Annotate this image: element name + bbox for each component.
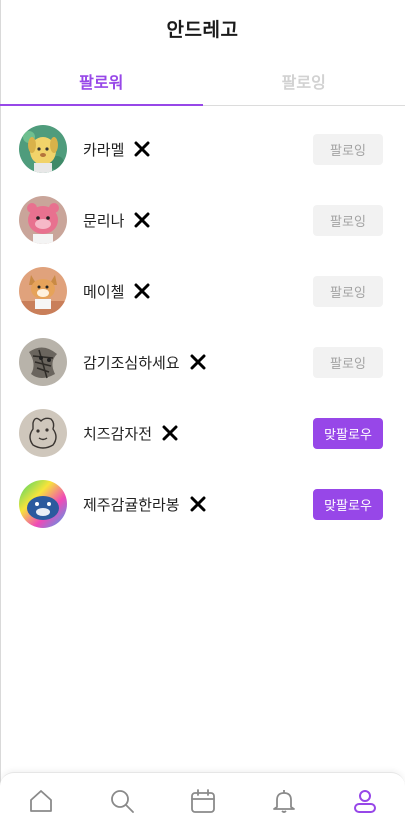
follower-row[interactable]: 카라멜 팔로잉 — [19, 124, 383, 174]
nav-profile[interactable] — [345, 781, 385, 821]
follower-name: 감기조심하세요 — [83, 353, 180, 372]
close-icon[interactable] — [134, 283, 150, 299]
nav-notifications[interactable] — [264, 781, 304, 821]
follow-back-button[interactable]: 맞팔로우 — [313, 417, 383, 449]
tab-following[interactable]: 팔로잉 — [203, 56, 405, 105]
follower-row[interactable]: 치즈감자전 맞팔로우 — [19, 408, 383, 458]
following-button[interactable]: 팔로잉 — [313, 346, 383, 378]
nav-calendar[interactable] — [183, 781, 223, 821]
close-icon[interactable] — [190, 496, 206, 512]
follow-back-button[interactable]: 맞팔로우 — [313, 488, 383, 520]
profile-icon — [353, 790, 376, 813]
avatar[interactable] — [19, 480, 67, 528]
active-tab-indicator — [0, 104, 203, 106]
following-button[interactable]: 팔로잉 — [313, 204, 383, 236]
app-header: 안드레고 — [0, 0, 405, 56]
nav-search[interactable] — [102, 781, 142, 821]
avatar[interactable] — [19, 267, 67, 315]
bell-icon — [272, 790, 295, 813]
follower-row[interactable]: 감기조심하세요 팔로잉 — [19, 337, 383, 387]
home-icon — [29, 790, 52, 812]
page-title: 안드레고 — [166, 18, 239, 41]
avatar[interactable] — [19, 125, 67, 173]
bottom-nav — [0, 772, 405, 829]
close-icon[interactable] — [134, 141, 150, 157]
follower-name: 제주감귤한라봉 — [83, 495, 180, 514]
follower-name: 카라멜 — [83, 140, 125, 159]
follower-row[interactable]: 제주감귤한라봉 맞팔로우 — [19, 479, 383, 529]
following-button[interactable]: 팔로잉 — [313, 275, 383, 307]
follower-row[interactable]: 메이첼 팔로잉 — [19, 266, 383, 316]
follower-name: 문리나 — [83, 211, 125, 230]
calendar-icon — [190, 789, 215, 813]
following-button[interactable]: 팔로잉 — [313, 133, 383, 165]
close-icon[interactable] — [134, 212, 150, 228]
follower-name: 치즈감자전 — [83, 424, 153, 443]
avatar[interactable] — [19, 338, 67, 386]
nav-home[interactable] — [21, 781, 61, 821]
tab-followers[interactable]: 팔로워 — [0, 56, 203, 105]
follower-name: 메이첼 — [83, 282, 125, 301]
close-icon[interactable] — [190, 354, 206, 370]
close-icon[interactable] — [162, 425, 178, 441]
avatar[interactable] — [19, 196, 67, 244]
avatar[interactable] — [19, 409, 67, 457]
left-edge-divider — [0, 0, 1, 829]
follow-tabs: 팔로워 팔로잉 — [0, 56, 405, 106]
search-icon — [110, 790, 134, 813]
follower-row[interactable]: 문리나 팔로잉 — [19, 195, 383, 245]
